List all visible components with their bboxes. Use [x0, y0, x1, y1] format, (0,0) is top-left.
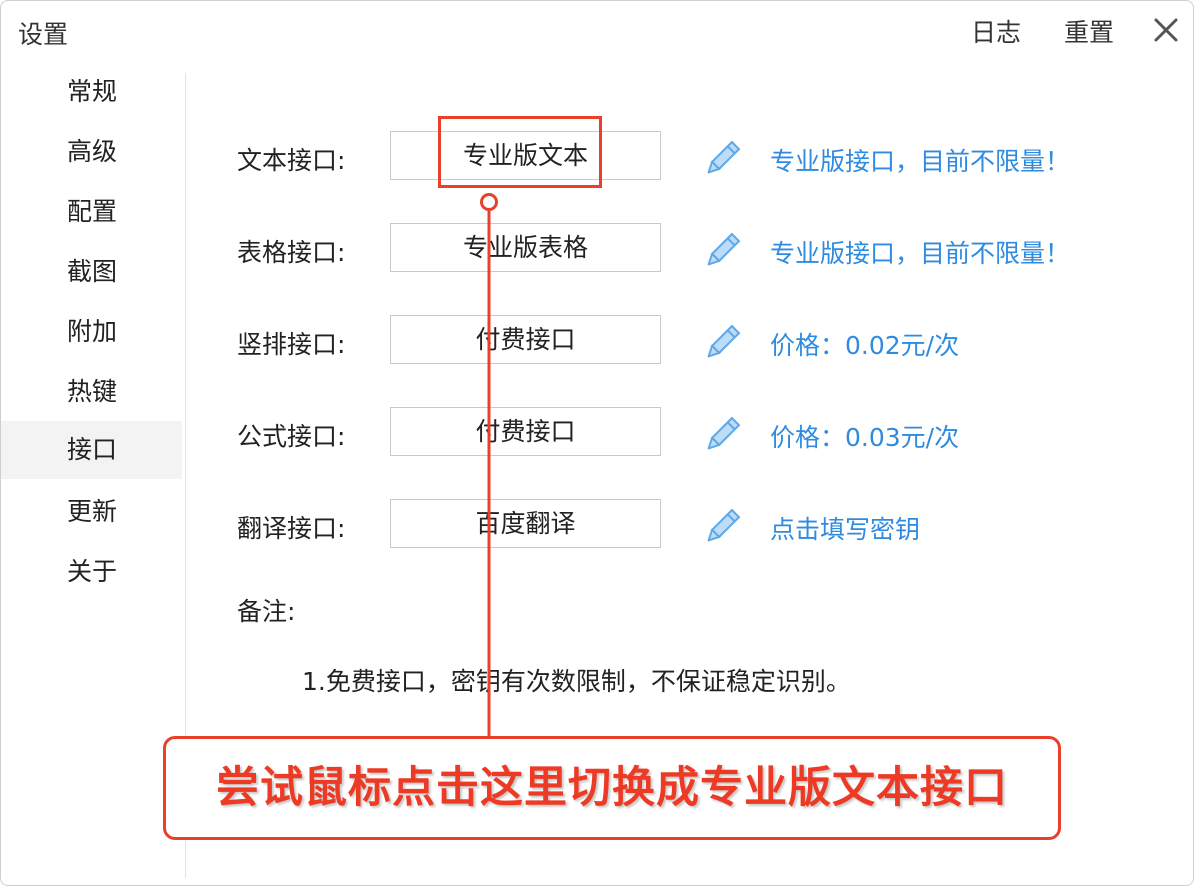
- log-button[interactable]: 日志: [971, 13, 1021, 49]
- vertical-interface-link[interactable]: 价格：0.02元/次: [770, 326, 959, 362]
- pencil-icon[interactable]: [701, 138, 743, 180]
- pencil-icon[interactable]: [701, 506, 743, 548]
- pencil-icon[interactable]: [701, 414, 743, 456]
- vertical-interface-select[interactable]: 付费接口: [390, 315, 661, 364]
- sidebar-item-screenshot[interactable]: 截图: [1, 243, 182, 301]
- formula-interface-label: 公式接口:: [237, 422, 346, 451]
- pencil-icon[interactable]: [701, 230, 743, 272]
- annotation-callout: 尝试鼠标点击这里切换成专业版文本接口: [163, 736, 1061, 840]
- sidebar-item-interfaces[interactable]: 接口: [1, 421, 182, 479]
- table-interface-select[interactable]: 专业版表格: [390, 223, 661, 272]
- table-interface-link[interactable]: 专业版接口，目前不限量！: [770, 234, 1070, 270]
- sidebar-item-hotkeys[interactable]: 热键: [1, 363, 182, 421]
- pencil-icon[interactable]: [701, 322, 743, 364]
- sidebar-item-about[interactable]: 关于: [1, 543, 182, 601]
- window-title: 设置: [18, 20, 69, 49]
- table-interface-label: 表格接口:: [237, 238, 346, 267]
- settings-window: 设置 日志 重置 常规 高级 配置 截图 附加 热键 接口 更新 关于 文本接口…: [0, 0, 1194, 886]
- text-interface-select[interactable]: 专业版文本: [390, 131, 661, 180]
- vertical-interface-label: 竖排接口:: [237, 330, 346, 359]
- remark-text: 1.免费接口，密钥有次数限制，不保证稳定识别。: [302, 667, 851, 696]
- translate-interface-label: 翻译接口:: [237, 514, 346, 543]
- sidebar-item-update[interactable]: 更新: [1, 483, 182, 541]
- reset-button[interactable]: 重置: [1064, 13, 1114, 49]
- text-interface-label: 文本接口:: [237, 146, 346, 175]
- formula-interface-select[interactable]: 付费接口: [390, 407, 661, 456]
- translate-interface-select[interactable]: 百度翻译: [390, 499, 661, 548]
- sidebar-item-general[interactable]: 常规: [1, 63, 182, 121]
- sidebar-item-extras[interactable]: 附加: [1, 303, 182, 361]
- sidebar-item-config[interactable]: 配置: [1, 183, 182, 241]
- sidebar-item-advanced[interactable]: 高级: [1, 123, 182, 181]
- remark-label: 备注:: [237, 597, 296, 626]
- formula-interface-link[interactable]: 价格：0.03元/次: [770, 418, 959, 454]
- translate-key-link[interactable]: 点击填写密钥: [770, 510, 920, 546]
- close-icon[interactable]: [1150, 14, 1182, 46]
- text-interface-link[interactable]: 专业版接口，目前不限量！: [770, 142, 1070, 178]
